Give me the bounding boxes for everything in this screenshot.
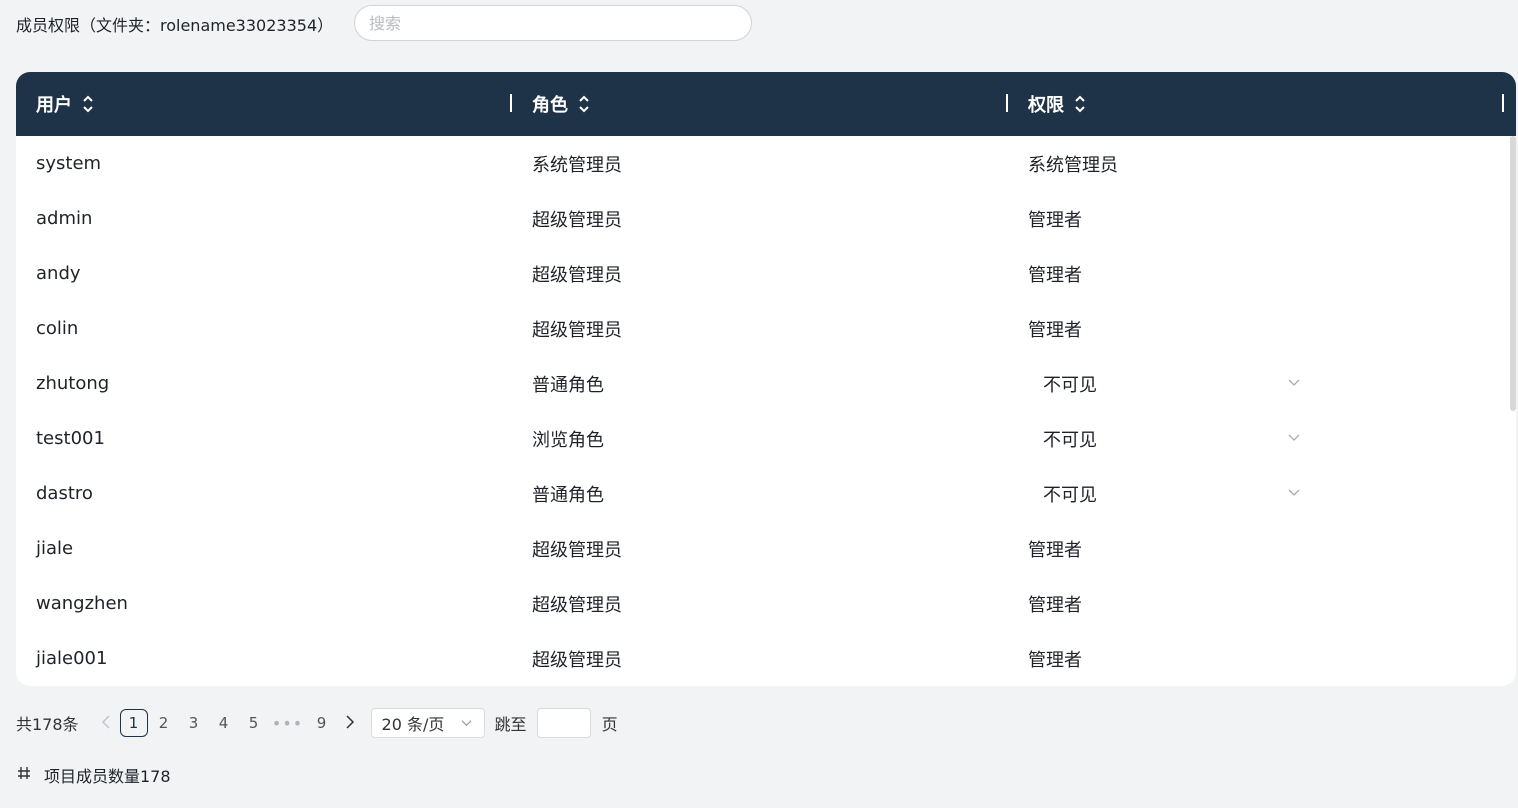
cell-user: andy bbox=[36, 263, 81, 284]
table-row: wangzhen 超级管理员 管理者 bbox=[16, 576, 1516, 631]
page-size-value: 20 条/页 bbox=[381, 715, 445, 734]
table-row: zhutong 普通角色 不可见 bbox=[16, 356, 1516, 411]
page-button-3[interactable]: 3 bbox=[179, 714, 209, 732]
cell-permission: 管理者 bbox=[1028, 649, 1082, 671]
page-size-select[interactable]: 20 条/页 bbox=[370, 708, 485, 738]
sort-icon[interactable] bbox=[1074, 94, 1086, 114]
page-title: 成员权限（文件夹：rolename33023354） bbox=[16, 16, 334, 35]
cell-role: 超级管理员 bbox=[532, 209, 622, 231]
member-count: 项目成员数量178 bbox=[16, 764, 171, 786]
table-row: dastro 普通角色 不可见 bbox=[16, 466, 1516, 521]
table-row: system 系统管理员 系统管理员 bbox=[16, 136, 1516, 191]
next-page-button[interactable] bbox=[337, 714, 363, 733]
permission-select-value: 不可见 bbox=[1043, 375, 1097, 396]
column-label-role: 角色 bbox=[532, 95, 568, 116]
cell-permission: 系统管理员 bbox=[1028, 154, 1118, 176]
cell-role: 超级管理员 bbox=[532, 264, 622, 286]
table-row: jiale001 超级管理员 管理者 bbox=[16, 631, 1516, 686]
cell-permission: 管理者 bbox=[1028, 319, 1082, 341]
cell-user: jiale001 bbox=[36, 648, 108, 669]
table-row: jiale 超级管理员 管理者 bbox=[16, 521, 1516, 576]
cell-role: 普通角色 bbox=[532, 484, 604, 506]
column-resize-handle[interactable] bbox=[1006, 94, 1008, 112]
chevron-down-icon bbox=[461, 720, 472, 727]
jump-label: 跳至 bbox=[494, 715, 527, 734]
cell-user: dastro bbox=[36, 483, 93, 504]
sort-icon[interactable] bbox=[82, 94, 94, 114]
chevron-down-icon bbox=[1288, 434, 1300, 441]
cell-role: 普通角色 bbox=[532, 374, 604, 396]
chevron-left-icon bbox=[101, 714, 110, 729]
chevron-down-icon bbox=[1288, 379, 1300, 386]
jump-page-input[interactable] bbox=[536, 708, 591, 738]
table-row: andy 超级管理员 管理者 bbox=[16, 246, 1516, 301]
page-header: 成员权限（文件夹：rolename33023354） bbox=[16, 5, 333, 43]
cell-user: jiale bbox=[36, 538, 74, 559]
permission-select[interactable]: 不可见 bbox=[1028, 364, 1300, 404]
permission-select-value: 不可见 bbox=[1043, 430, 1097, 451]
cell-role: 浏览角色 bbox=[532, 429, 604, 451]
search-input[interactable] bbox=[354, 5, 752, 41]
cell-role: 系统管理员 bbox=[532, 154, 622, 176]
column-label-permission: 权限 bbox=[1028, 95, 1064, 116]
member-count-label: 项目成员数量178 bbox=[44, 767, 171, 786]
page-button-last[interactable]: 9 bbox=[307, 714, 337, 732]
pagination: 共178条 1 2 3 4 5 ••• 9 20 条/页 跳至 页 bbox=[16, 707, 618, 739]
cell-user: colin bbox=[36, 318, 79, 339]
cell-role: 超级管理员 bbox=[532, 594, 622, 616]
cell-role: 超级管理员 bbox=[532, 319, 622, 341]
prev-page-button[interactable] bbox=[93, 714, 119, 733]
cell-permission: 管理者 bbox=[1028, 594, 1082, 616]
scrollbar-thumb[interactable] bbox=[1510, 136, 1516, 411]
members-table: 用户 角色 权限 system 系统管理员 系统管理员 admin 超级管理员 管理者 an… bbox=[16, 72, 1516, 686]
table-row: test001 浏览角色 不可见 bbox=[16, 411, 1516, 466]
permission-select-value: 不可见 bbox=[1043, 485, 1097, 506]
hash-icon bbox=[16, 765, 38, 785]
cell-permission: 管理者 bbox=[1028, 209, 1082, 231]
table-header: 用户 角色 权限 bbox=[16, 72, 1516, 136]
page-button-1[interactable]: 1 bbox=[119, 709, 148, 737]
cell-permission: 管理者 bbox=[1028, 539, 1082, 561]
cell-user: admin bbox=[36, 208, 93, 229]
page-button-2[interactable]: 2 bbox=[149, 714, 179, 732]
page-unit-label: 页 bbox=[601, 715, 618, 734]
column-header-role[interactable]: 角色 bbox=[532, 72, 590, 136]
cell-user: wangzhen bbox=[36, 593, 128, 614]
cell-role: 超级管理员 bbox=[532, 539, 622, 561]
column-resize-handle[interactable] bbox=[1502, 94, 1504, 112]
chevron-down-icon bbox=[1288, 489, 1300, 496]
table-body: system 系统管理员 系统管理员 admin 超级管理员 管理者 andy 超级管理员 管理… bbox=[16, 136, 1516, 686]
column-label-user: 用户 bbox=[36, 95, 72, 116]
column-header-user[interactable]: 用户 bbox=[36, 72, 94, 136]
total-count: 共178条 bbox=[16, 715, 79, 734]
more-pages-button[interactable]: ••• bbox=[269, 714, 307, 733]
cell-user: system bbox=[36, 153, 102, 174]
column-resize-handle[interactable] bbox=[510, 94, 512, 112]
cell-user: test001 bbox=[36, 428, 105, 449]
column-header-permission[interactable]: 权限 bbox=[1028, 72, 1086, 136]
cell-permission: 管理者 bbox=[1028, 264, 1082, 286]
chevron-right-icon bbox=[346, 714, 354, 729]
table-row: admin 超级管理员 管理者 bbox=[16, 191, 1516, 246]
permission-select[interactable]: 不可见 bbox=[1028, 474, 1300, 514]
page-button-5[interactable]: 5 bbox=[239, 714, 269, 732]
cell-role: 超级管理员 bbox=[532, 649, 622, 671]
scrollbar[interactable] bbox=[1509, 136, 1516, 686]
sort-icon[interactable] bbox=[578, 94, 590, 114]
cell-user: zhutong bbox=[36, 373, 110, 394]
page-button-4[interactable]: 4 bbox=[209, 714, 239, 732]
table-row: colin 超级管理员 管理者 bbox=[16, 301, 1516, 356]
permission-select[interactable]: 不可见 bbox=[1028, 419, 1300, 459]
